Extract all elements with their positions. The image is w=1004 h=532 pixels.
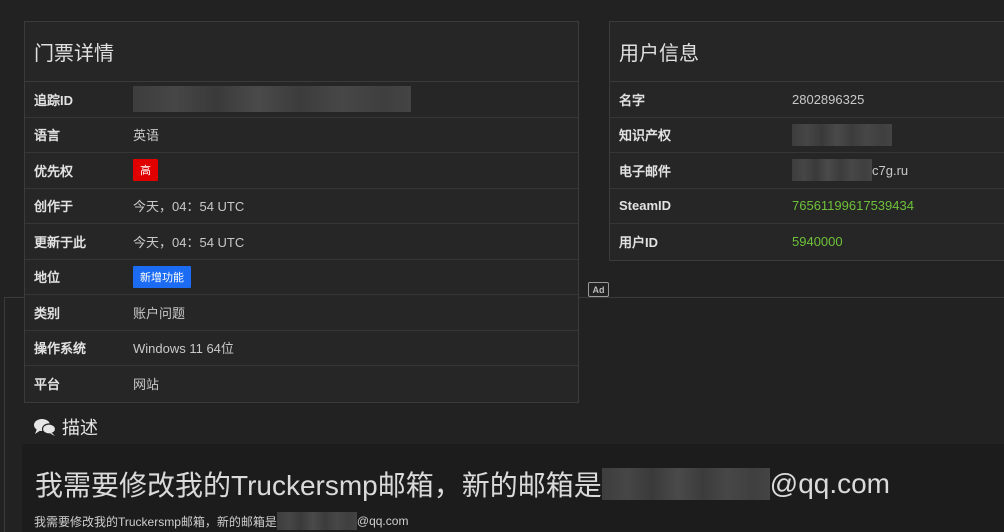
email-value: c7g.ru <box>872 162 909 178</box>
comments-icon <box>34 419 56 436</box>
row-priority: 优先权 高 <box>25 153 578 189</box>
row-os: 操作系统 Windows 11 64位 <box>25 331 578 366</box>
redacted-ip <box>792 123 892 146</box>
language-value: 英语 <box>133 128 160 144</box>
email-label: 电子邮件 <box>619 163 672 179</box>
description-text-suffix: @qq.com <box>356 514 409 528</box>
description-body: 我需要修改我的Truckersmp邮箱，新的邮箱是 @qq.com 我需要修改我… <box>22 444 1004 532</box>
row-email: 电子邮件 c7g.ru <box>610 153 1004 189</box>
row-created: 创作于 今天，04：54 UTC <box>25 189 578 224</box>
ticket-details-title: 门票详情 <box>25 22 578 82</box>
steamid-label: SteamID <box>619 198 672 214</box>
created-label: 创作于 <box>34 199 74 215</box>
row-language: 语言 英语 <box>25 118 578 153</box>
row-ip: 知识产权 <box>610 118 1004 153</box>
description-heading-suffix: @qq.com <box>769 468 891 499</box>
language-label: 语言 <box>34 128 61 144</box>
steamid-link[interactable]: 76561199617539434 <box>792 198 914 213</box>
updated-label: 更新于此 <box>34 234 87 250</box>
description-heading: 我需要修改我的Truckersmp邮箱，新的邮箱是 @qq.com <box>35 464 890 504</box>
userid-label: 用户ID <box>619 235 659 251</box>
description-header: 描述 <box>34 414 98 440</box>
row-platform: 平台 网站 <box>25 366 578 402</box>
os-label: 操作系统 <box>34 341 87 357</box>
name-label: 名字 <box>619 92 646 108</box>
description-heading-prefix: 我需要修改我的Truckersmp邮箱，新的邮箱是 <box>35 470 602 501</box>
description-text-prefix: 我需要修改我的Truckersmp邮箱，新的邮箱是 <box>34 514 277 529</box>
priority-label: 优先权 <box>34 163 74 179</box>
description-title: 描述 <box>62 418 98 438</box>
redacted-new-email-small <box>276 512 357 530</box>
redacted-new-email-large <box>601 468 770 500</box>
status-badge: 新增功能 <box>133 265 191 288</box>
category-label: 类别 <box>34 305 61 321</box>
priority-badge: 高 <box>133 159 158 182</box>
created-value: 今天，04：54 UTC <box>133 199 245 215</box>
category-value: 账户问题 <box>133 305 186 321</box>
os-value: Windows 11 64位 <box>133 341 234 357</box>
row-steamid: SteamID 76561199617539434 <box>610 189 1004 224</box>
user-info-panel: 用户信息 名字 2802896325 知识产权 电子邮件 c7g.ru Stea… <box>609 21 1004 261</box>
name-value: 2802896325 <box>792 91 865 107</box>
updated-value: 今天，04：54 UTC <box>133 234 245 250</box>
redacted-tracking-id <box>133 86 411 113</box>
tracking-id-label: 追踪ID <box>34 92 74 108</box>
row-userid: 用户ID 5940000 <box>610 224 1004 260</box>
section-border <box>4 297 5 532</box>
status-label: 地位 <box>34 270 61 286</box>
ad-badge[interactable]: Ad <box>588 282 609 297</box>
row-tracking-id: 追踪ID <box>25 82 578 118</box>
ticket-details-panel: 门票详情 追踪ID 语言 英语 优先权 高 创作于 今天，04：54 UTC 更… <box>24 21 579 403</box>
platform-label: 平台 <box>34 377 61 393</box>
row-updated: 更新于此 今天，04：54 UTC <box>25 224 578 260</box>
ip-label: 知识产权 <box>619 128 672 144</box>
platform-value: 网站 <box>133 377 160 393</box>
row-status: 地位 新增功能 <box>25 260 578 295</box>
description-text: 我需要修改我的Truckersmp邮箱，新的邮箱是 @qq.com <box>34 512 408 530</box>
user-info-title: 用户信息 <box>610 22 1004 82</box>
redacted-email <box>792 159 872 182</box>
row-name: 名字 2802896325 <box>610 82 1004 118</box>
userid-link[interactable]: 5940000 <box>792 234 843 249</box>
row-category: 类别 账户问题 <box>25 295 578 331</box>
